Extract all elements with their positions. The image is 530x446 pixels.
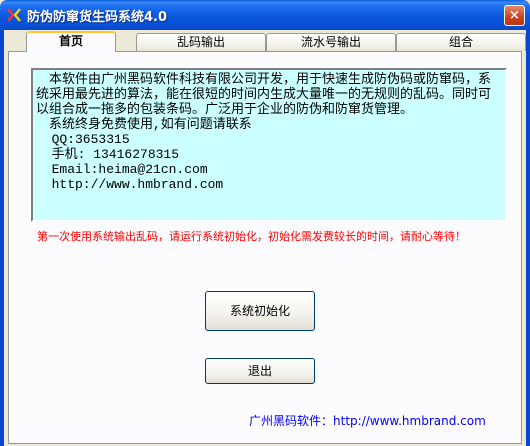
init-warning-text: 第一次使用系统输出乱码，请运行系统初始化，初始化需发费较长的时间，请耐心等待！ xyxy=(37,230,466,243)
contact-qq: QQ:3653315 xyxy=(36,132,130,147)
contact-email: Email:heima@21cn.com xyxy=(36,162,208,177)
footer-website-link[interactable]: http://www.hmbrand.com xyxy=(333,414,486,428)
window-title: 防伪防窜货生码系统4.0 xyxy=(27,10,168,25)
tab-panel-home: 本软件由广州黑码软件科技有限公司开发，用于快速生成防伪码或防窜码，系统采用最先进… xyxy=(8,51,522,444)
contact-lead: 系统终身免费使用,如有问题请联系 xyxy=(49,117,252,132)
contact-website: http://www.hmbrand.com xyxy=(36,177,224,192)
footer-credit: 广州黑码软件：http://www.hmbrand.com xyxy=(249,412,486,429)
intro-text-box[interactable]: 本软件由广州黑码软件科技有限公司开发，用于快速生成防伪码或防窜码，系统采用最先进… xyxy=(31,68,507,222)
window-frame-right xyxy=(526,30,530,446)
tab-home[interactable]: 首页 xyxy=(26,31,116,52)
exit-button[interactable]: 退出 xyxy=(205,358,315,384)
window-frame-left xyxy=(0,30,4,446)
intro-paragraph: 本软件由广州黑码软件科技有限公司开发，用于快速生成防伪码或防窜码，系统采用最先进… xyxy=(36,72,492,117)
app-icon xyxy=(7,8,21,22)
title-bar[interactable]: 防伪防窜货生码系统4.0 × xyxy=(0,0,530,30)
tab-combination[interactable]: 组合 xyxy=(396,33,526,51)
tab-strip: 首页 乱码输出 流水号输出 组合 xyxy=(4,30,526,52)
close-button[interactable]: × xyxy=(504,5,525,26)
tab-random-code-output[interactable]: 乱码输出 xyxy=(136,33,266,51)
tab-serial-number-output[interactable]: 流水号输出 xyxy=(266,33,396,51)
contact-phone: 手机: 13416278315 xyxy=(36,147,180,162)
system-init-button[interactable]: 系统初始化 xyxy=(205,291,315,331)
app-window: 防伪防窜货生码系统4.0 × 首页 乱码输出 流水号输出 组合 本软件由广州黑码… xyxy=(0,0,530,446)
footer-company-label: 广州黑码软件： xyxy=(249,414,334,428)
